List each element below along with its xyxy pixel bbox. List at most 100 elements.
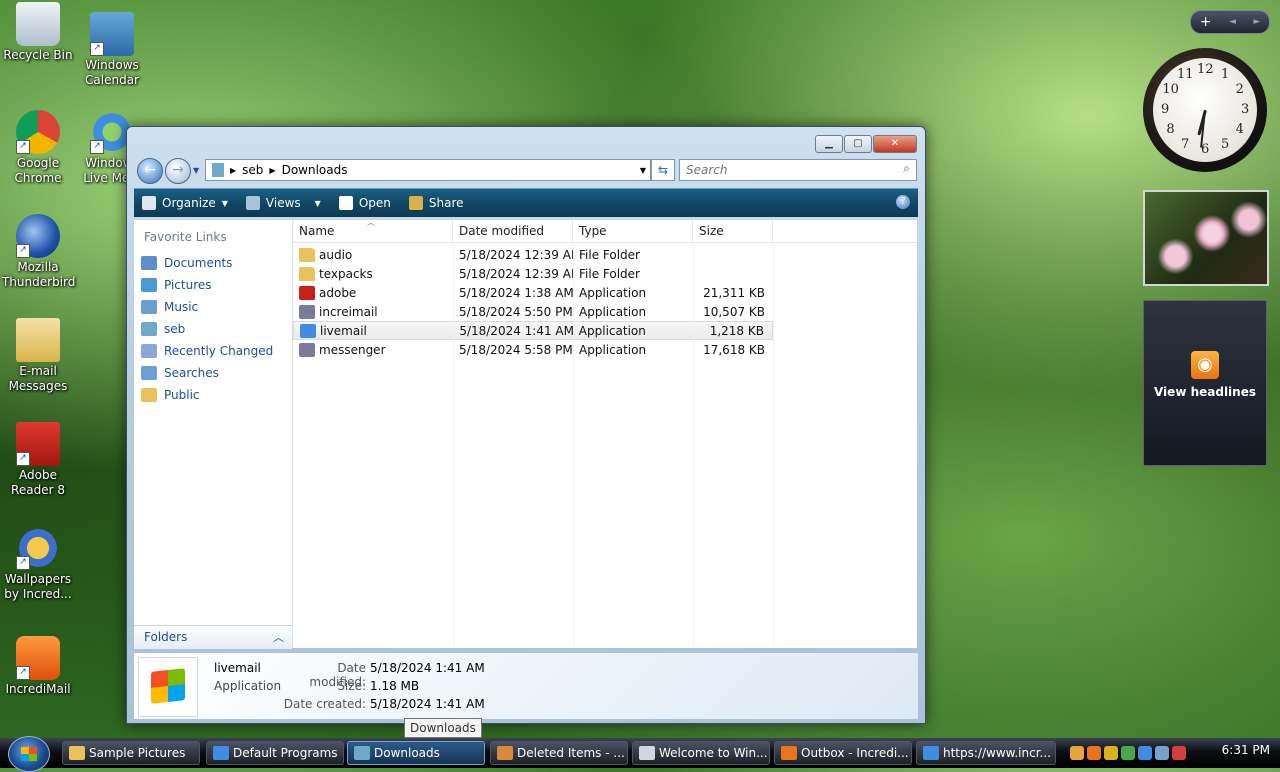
desktop-icon-8[interactable]: ↗ Wallpapers by Incred...: [2, 526, 74, 602]
breadcrumb-downloads[interactable]: Downloads: [282, 163, 348, 177]
taskbar-button[interactable]: Outbox - Incredi...: [774, 741, 912, 765]
folder-icon: [299, 247, 315, 262]
chevron-down-icon: ▼: [221, 198, 228, 208]
file-row[interactable]: increimail 5/18/2024 5:50 PM Application 10…: [293, 302, 917, 321]
column-header-size[interactable]: Size: [693, 220, 773, 242]
slideshow-gadget[interactable]: [1143, 190, 1269, 286]
gadget-toolbar[interactable]: + ◄ ►: [1190, 10, 1270, 34]
back-button[interactable]: ←: [137, 158, 163, 184]
clock-number: 3: [1241, 102, 1250, 117]
recent-pages-chevron-icon[interactable]: ▼: [193, 166, 199, 175]
desktop-icon-6[interactable]: E-mail Messages: [2, 318, 74, 394]
address-bar[interactable]: ▶ seb ▶ Downloads ▼: [205, 159, 651, 181]
search-input[interactable]: [684, 160, 888, 180]
taskbar-button[interactable]: Downloads: [347, 741, 485, 765]
tray-icon[interactable]: [1070, 746, 1084, 760]
open-button[interactable]: Open: [338, 196, 391, 210]
gadget-next-button[interactable]: ►: [1253, 17, 1260, 27]
file-name: audio: [293, 247, 453, 262]
desktop-icon-label: Recycle Bin: [3, 48, 73, 62]
feed-headlines-gadget[interactable]: ◉ View headlines: [1143, 300, 1267, 466]
favorite-link-music[interactable]: Music: [134, 296, 292, 318]
file-row[interactable]: adobe 5/18/2024 1:38 AM Application 21,311 …: [293, 283, 917, 302]
clock-number: 2: [1235, 82, 1244, 97]
favorite-link-pictures[interactable]: Pictures: [134, 274, 292, 296]
start-button[interactable]: [8, 736, 50, 772]
explorer-window[interactable]: ▁ ▢ ✕ ← → ▼ ▶ seb ▶ Downloads ▼ ⇆ ⌕ Orga…: [126, 126, 926, 724]
favorite-link-icon: [141, 388, 157, 402]
file-row[interactable]: audio 5/18/2024 12:39 AM File Folder: [293, 245, 917, 264]
clock-gadget[interactable]: 12 1 2 3 4 5 6 7 8 9 10 11: [1143, 48, 1267, 172]
favorite-link-icon: [141, 256, 157, 270]
desktop-icon-3[interactable]: ↗ Google Chrome: [2, 110, 74, 186]
tray-icon[interactable]: [1104, 746, 1118, 760]
organize-button[interactable]: Organize ▼: [142, 196, 228, 210]
favorite-link-public[interactable]: Public: [134, 384, 292, 406]
desktop-icon-label: Google Chrome: [14, 156, 62, 185]
file-row[interactable]: texpacks 5/18/2024 12:39 AM File Folder: [293, 264, 917, 283]
share-button[interactable]: Share: [408, 196, 464, 210]
adobe-icon: [299, 285, 315, 300]
taskbar-clock[interactable]: 6:31 PM: [1222, 743, 1270, 757]
rss-icon: ◉: [1191, 351, 1219, 379]
refresh-button[interactable]: ⇆: [651, 159, 675, 181]
desktop-icon-5[interactable]: ↗ Mozilla Thunderbird: [2, 214, 75, 290]
taskbar-button-label: https://www.incr...: [943, 746, 1051, 760]
favorite-link-recently-changed[interactable]: Recently Changed: [134, 340, 292, 362]
file-name: livemail: [294, 323, 453, 338]
taskbar-button[interactable]: Deleted Items - ...: [490, 741, 628, 765]
address-dropdown-icon[interactable]: ▼: [640, 166, 646, 175]
taskbar-button[interactable]: Welcome to Win...: [632, 741, 770, 765]
breadcrumb-seb[interactable]: seb: [242, 163, 263, 177]
tray-icon[interactable]: [1121, 746, 1135, 760]
clock-number: 9: [1161, 102, 1170, 117]
details-file-name: livemail: [214, 661, 261, 675]
tray-icon[interactable]: [1155, 746, 1169, 760]
taskbar: Sample Pictures Default Programs Downloads…: [0, 736, 1280, 772]
clock-number: 8: [1166, 122, 1175, 137]
column-header-type[interactable]: Type: [573, 220, 693, 242]
sort-arrow-icon: ︿: [367, 218, 375, 227]
favorite-link-icon: [141, 366, 157, 380]
organize-label: Organize: [162, 196, 216, 210]
tray-icon[interactable]: [1087, 746, 1101, 760]
file-name: increimail: [293, 304, 453, 319]
desktop-icon-2[interactable]: ↗ Windows Calendar: [76, 12, 148, 88]
forward-button[interactable]: →: [165, 158, 191, 184]
tray-icon[interactable]: [1138, 746, 1152, 760]
favorite-link-seb[interactable]: seb: [134, 318, 292, 340]
taskbar-button[interactable]: Default Programs: [206, 741, 344, 765]
desktop-icon-1[interactable]: Recycle Bin: [2, 2, 74, 63]
file-row[interactable]: messenger 5/18/2024 5:58 PM Application 17,…: [293, 340, 917, 359]
file-row[interactable]: livemail 5/18/2024 1:41 AM Application 1,21…: [293, 321, 773, 340]
column-header-date[interactable]: Date modified: [453, 220, 573, 242]
favorite-link-label: Music: [164, 300, 199, 314]
gadget-prev-button[interactable]: ◄: [1229, 17, 1236, 27]
desktop-icon-9[interactable]: ↗ IncrediMail: [2, 636, 74, 697]
file-date: 5/18/2024 12:39 AM: [459, 266, 573, 281]
folders-toggle[interactable]: Folders ︿: [134, 625, 292, 649]
file-type: Application: [579, 285, 647, 300]
maximize-button[interactable]: ▢: [844, 135, 872, 153]
taskbar-button[interactable]: Sample Pictures: [62, 741, 200, 765]
taskbar-app-icon: [781, 746, 797, 760]
organize-icon: [142, 196, 156, 210]
favorite-link-searches[interactable]: Searches: [134, 362, 292, 384]
windows-icon: [138, 657, 198, 717]
shortcut-arrow-icon: ↗: [16, 666, 30, 680]
taskbar-button[interactable]: https://www.incr...: [916, 741, 1056, 765]
views-button[interactable]: Views ▼: [245, 196, 321, 210]
help-icon[interactable]: ?: [896, 195, 910, 209]
column-header-name[interactable]: Name ︿: [293, 218, 453, 242]
tray-icon[interactable]: [1172, 746, 1186, 760]
search-icon[interactable]: ⌕: [903, 161, 910, 176]
navigation-row: ← → ▼ ▶ seb ▶ Downloads ▼ ⇆ ⌕: [135, 157, 917, 184]
favorite-link-documents[interactable]: Documents: [134, 252, 292, 274]
search-box[interactable]: ⌕: [679, 159, 917, 181]
minimize-button[interactable]: ▁: [815, 135, 843, 153]
close-button[interactable]: ✕: [873, 135, 917, 153]
desktop-icon-7[interactable]: ↗ Adobe Reader 8: [2, 422, 74, 498]
file-name: texpacks: [293, 266, 453, 281]
share-label: Share: [428, 196, 464, 210]
add-gadget-button[interactable]: +: [1200, 14, 1212, 30]
